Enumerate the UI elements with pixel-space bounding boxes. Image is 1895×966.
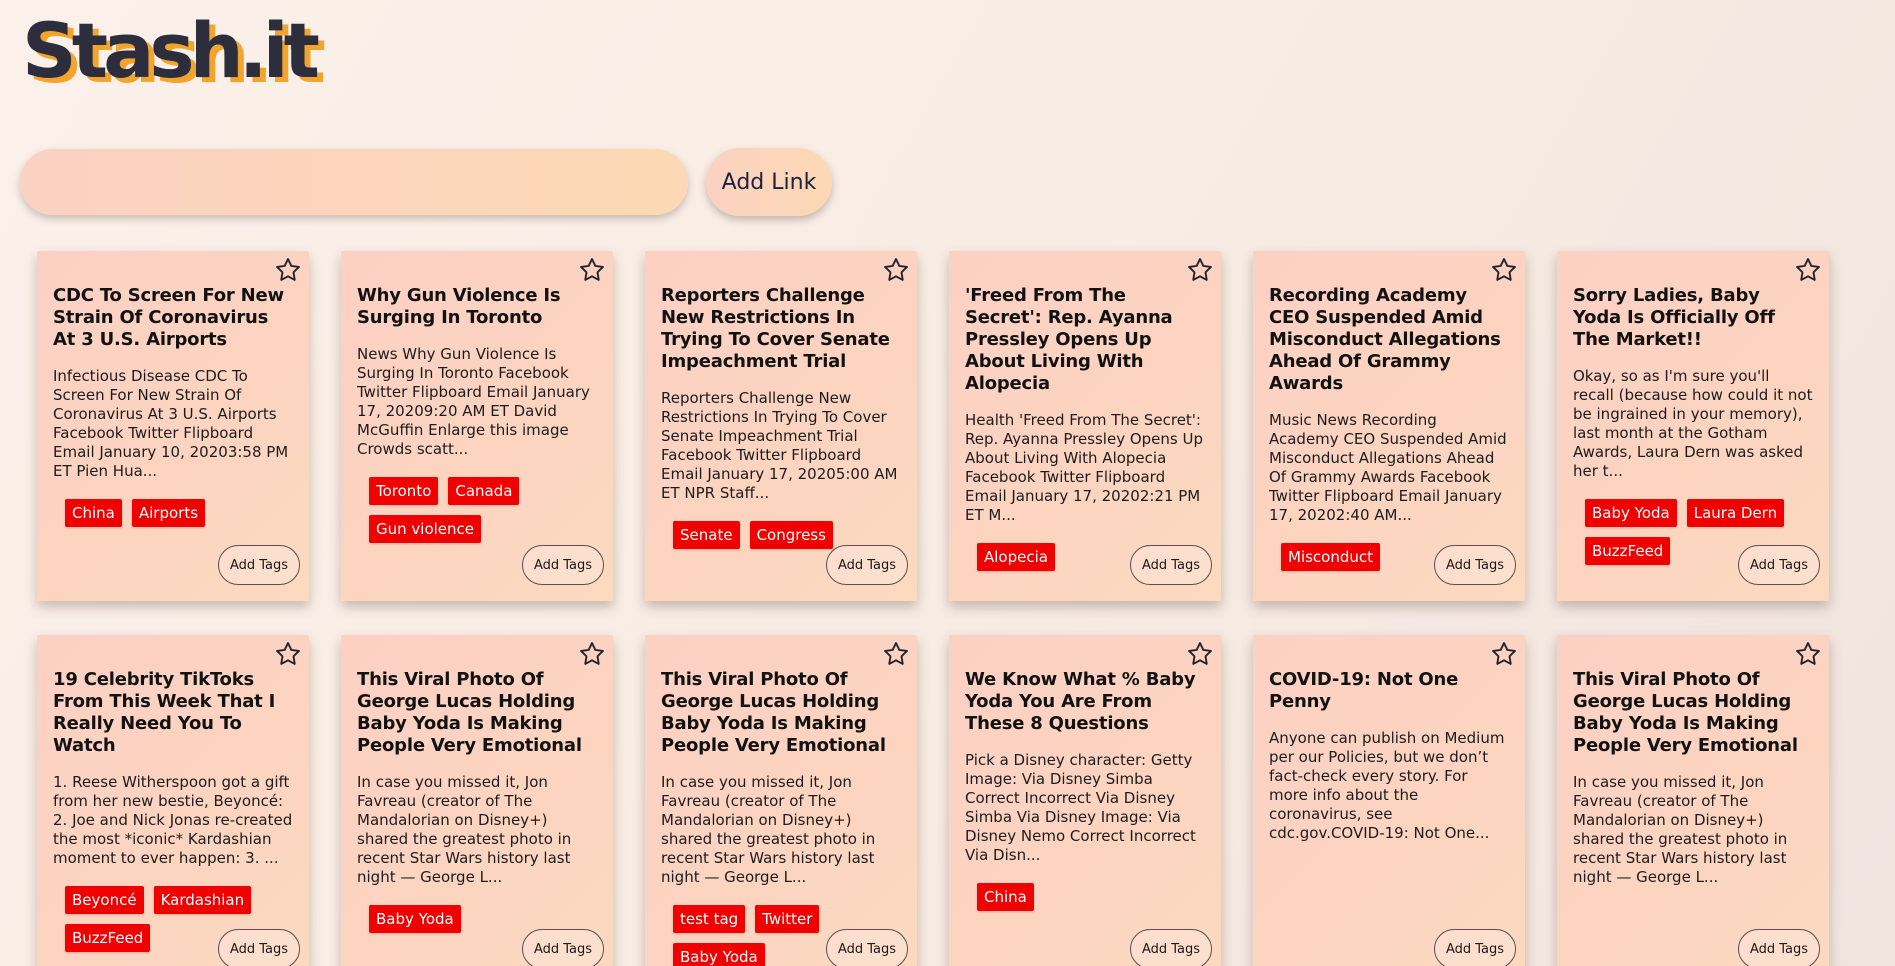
tag-chip[interactable]: Beyoncé (65, 886, 144, 914)
add-link-bar: Add Link (20, 148, 832, 216)
tag-chip[interactable]: Twitter (755, 905, 820, 933)
tag-chip[interactable]: Baby Yoda (1585, 499, 1677, 527)
star-outline-icon[interactable] (1490, 256, 1518, 284)
card-description: In case you missed it, Jon Favreau (crea… (357, 773, 572, 886)
card-title: Sorry Ladies, Baby Yoda Is Officially Of… (1573, 285, 1775, 350)
card-title: This Viral Photo Of George Lucas Holding… (1573, 669, 1798, 756)
card-title: 19 Celebrity TikToks From This Week That… (53, 669, 276, 756)
card-description: Health 'Freed From The Secret': Rep. Aya… (965, 411, 1203, 524)
add-tags-button[interactable]: Add Tags (218, 929, 300, 966)
link-card: This Viral Photo Of George Lucas Holding… (1557, 635, 1829, 966)
card-description: Reporters Challenge New Restrictions In … (661, 389, 898, 502)
tag-chip[interactable]: Airports (131, 499, 206, 527)
link-card: COVID-19: Not One Penny Anyone can publis… (1253, 635, 1525, 966)
card-description: In case you missed it, Jon Favreau (crea… (1573, 773, 1788, 886)
card-title: This Viral Photo Of George Lucas Holding… (357, 669, 582, 756)
link-card: Reporters Challenge New Restrictions In … (645, 251, 917, 601)
add-tags-button[interactable]: Add Tags (1130, 929, 1212, 966)
tag-list: Toronto Canada Gun violence (357, 477, 597, 543)
star-outline-icon[interactable] (1490, 640, 1518, 668)
card-description: Infectious Disease CDC To Screen For New… (53, 367, 289, 480)
tag-chip[interactable]: Laura Dern (1686, 499, 1785, 527)
tag-chip[interactable]: Alopecia (977, 543, 1055, 571)
card-title: COVID-19: Not One Penny (1269, 669, 1459, 712)
tag-chip[interactable]: Senate (673, 521, 740, 549)
tag-chip[interactable]: Misconduct (1281, 543, 1381, 571)
add-tags-button[interactable]: Add Tags (826, 929, 908, 966)
card-title: Why Gun Violence Is Surging In Toronto (357, 285, 561, 328)
link-card-grid: CDC To Screen For New Strain Of Coronavi… (37, 251, 1837, 966)
add-tags-button[interactable]: Add Tags (1434, 545, 1516, 585)
card-title: We Know What % Baby Yoda You Are From Th… (965, 669, 1196, 734)
add-tags-button[interactable]: Add Tags (826, 545, 908, 585)
card-title: Reporters Challenge New Restrictions In … (661, 285, 890, 372)
link-input[interactable] (20, 149, 688, 215)
star-outline-icon[interactable] (578, 256, 606, 284)
link-card: Sorry Ladies, Baby Yoda Is Officially Of… (1557, 251, 1829, 601)
tag-chip[interactable]: BuzzFeed (1585, 537, 1671, 565)
tag-chip[interactable]: BuzzFeed (65, 924, 151, 952)
card-description: News Why Gun Violence Is Surging In Toro… (357, 345, 590, 458)
star-outline-icon[interactable] (1794, 640, 1822, 668)
add-tags-button[interactable]: Add Tags (1130, 545, 1212, 585)
link-card: Why Gun Violence Is Surging In Toronto Ne… (341, 251, 613, 601)
link-card: This Viral Photo Of George Lucas Holding… (341, 635, 613, 966)
link-card: 'Freed From The Secret': Rep. Ayanna Pre… (949, 251, 1221, 601)
star-outline-icon[interactable] (1794, 256, 1822, 284)
add-link-button[interactable]: Add Link (706, 148, 832, 216)
card-description: Pick a Disney character: Getty Image: Vi… (965, 751, 1196, 864)
card-title: Recording Academy CEO Suspended Amid Mis… (1269, 285, 1501, 394)
tag-list: China (965, 883, 1205, 911)
link-card: We Know What % Baby Yoda You Are From Th… (949, 635, 1221, 966)
card-description: Anyone can publish on Medium per our Pol… (1269, 729, 1505, 842)
star-outline-icon[interactable] (274, 256, 302, 284)
link-card: CDC To Screen For New Strain Of Coronavi… (37, 251, 309, 601)
tag-chip[interactable]: Baby Yoda (673, 943, 765, 966)
add-tags-button[interactable]: Add Tags (1738, 929, 1820, 966)
add-tags-button[interactable]: Add Tags (522, 929, 604, 966)
tag-chip[interactable]: Congress (749, 521, 833, 549)
star-outline-icon[interactable] (578, 640, 606, 668)
star-outline-icon[interactable] (1186, 640, 1214, 668)
star-outline-icon[interactable] (1186, 256, 1214, 284)
card-description: 1. Reese Witherspoon got a gift from her… (53, 773, 293, 867)
star-outline-icon[interactable] (882, 256, 910, 284)
card-title: This Viral Photo Of George Lucas Holding… (661, 669, 886, 756)
app-root: Stash.it Add Link CDC To Screen For New … (0, 0, 1895, 966)
card-title: CDC To Screen For New Strain Of Coronavi… (53, 285, 284, 350)
tag-chip[interactable]: Gun violence (369, 515, 482, 543)
tag-chip[interactable]: test tag (673, 905, 746, 933)
add-tags-button[interactable]: Add Tags (1738, 545, 1820, 585)
tag-chip[interactable]: Toronto (369, 477, 439, 505)
card-description: In case you missed it, Jon Favreau (crea… (661, 773, 876, 886)
link-card: This Viral Photo Of George Lucas Holding… (645, 635, 917, 966)
card-description: Okay, so as I'm sure you'll recall (beca… (1573, 367, 1813, 480)
star-outline-icon[interactable] (882, 640, 910, 668)
add-tags-button[interactable]: Add Tags (1434, 929, 1516, 966)
link-card: Recording Academy CEO Suspended Amid Mis… (1253, 251, 1525, 601)
tag-chip[interactable]: Canada (448, 477, 520, 505)
add-tags-button[interactable]: Add Tags (522, 545, 604, 585)
link-card: 19 Celebrity TikToks From This Week That… (37, 635, 309, 966)
add-tags-button[interactable]: Add Tags (218, 545, 300, 585)
logo: Stash.it (22, 6, 320, 95)
tag-chip[interactable]: Kardashian (153, 886, 252, 914)
tag-chip[interactable]: China (65, 499, 122, 527)
tag-chip[interactable]: China (977, 883, 1034, 911)
card-description: Music News Recording Academy CEO Suspend… (1269, 411, 1507, 524)
star-outline-icon[interactable] (274, 640, 302, 668)
tag-chip[interactable]: Baby Yoda (369, 905, 461, 933)
card-title: 'Freed From The Secret': Rep. Ayanna Pre… (965, 285, 1173, 394)
tag-list: China Airports (53, 499, 293, 527)
